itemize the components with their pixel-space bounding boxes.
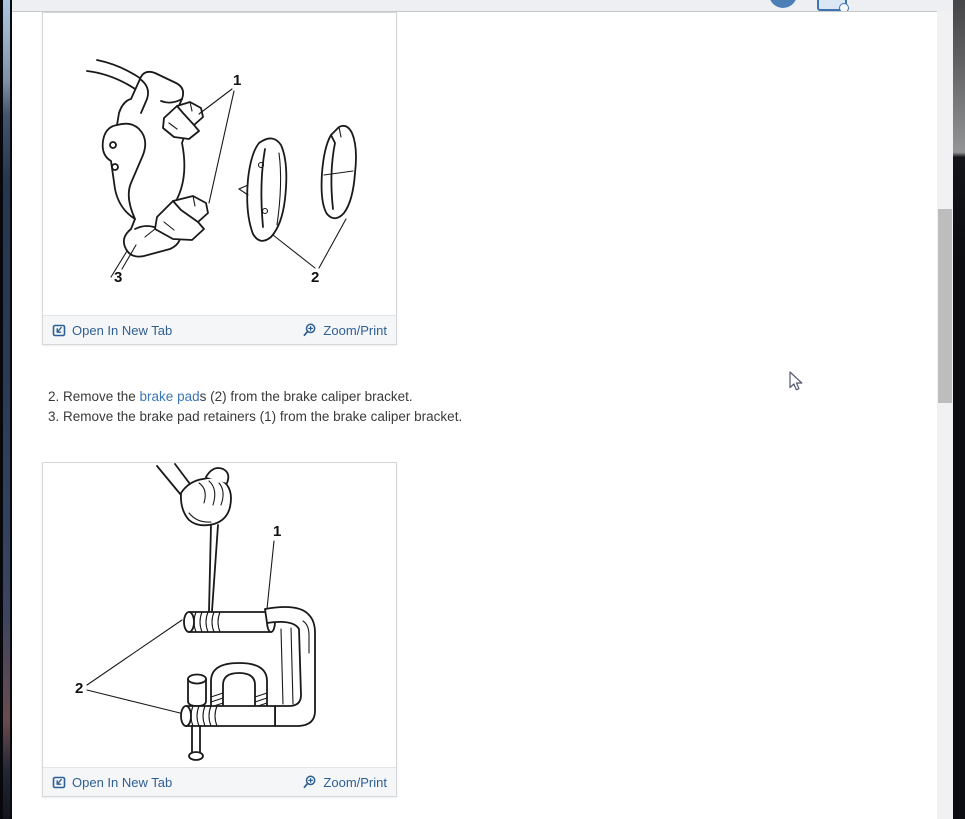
open-in-new-tab-label: Open In New Tab bbox=[72, 774, 173, 790]
image-panel-caliper: 1 2 Open In New Tab Zoom/Print bbox=[42, 462, 397, 797]
zoom-print-link[interactable]: Zoom/Print bbox=[303, 775, 387, 790]
step-item-2: 2. Remove the brake pads (2) from the br… bbox=[48, 387, 462, 407]
brake-pad-link[interactable]: brake pad bbox=[140, 389, 200, 404]
brake-pads-diagram: 1 3 2 bbox=[43, 13, 396, 315]
mouse-pointer-icon bbox=[789, 371, 803, 391]
background-window-left-edge bbox=[0, 0, 12, 819]
brake-pads-diagram-svg: 1 3 2 bbox=[86, 59, 357, 286]
zoom-icon bbox=[303, 775, 316, 789]
open-in-new-tab-label: Open In New Tab bbox=[72, 322, 173, 338]
vertical-scrollbar-thumb[interactable] bbox=[938, 209, 952, 403]
step-2-prefix: 2. Remove the bbox=[48, 389, 140, 404]
vertical-scrollbar-track[interactable] bbox=[937, 11, 953, 819]
user-avatar-icon[interactable] bbox=[769, 0, 797, 8]
browser-toolbar bbox=[12, 0, 953, 12]
background-window-glass bbox=[3, 0, 11, 819]
open-in-new-tab-link[interactable]: Open In New Tab bbox=[52, 323, 172, 338]
open-in-new-tab-link[interactable]: Open In New Tab bbox=[52, 775, 172, 790]
caliper-diagram-svg: 1 2 bbox=[75, 463, 316, 761]
open-in-new-tab-icon bbox=[52, 776, 66, 789]
step-2-suffix: s (2) from the brake caliper bracket. bbox=[199, 389, 413, 404]
step-3-text: 3. Remove the brake pad retainers (1) fr… bbox=[48, 409, 463, 424]
open-in-new-tab-icon bbox=[52, 324, 66, 337]
zoom-print-label: Zoom/Print bbox=[323, 322, 387, 338]
help-badge-icon bbox=[839, 3, 849, 11]
background-window-right-edge bbox=[953, 0, 965, 819]
callout-3: 3 bbox=[114, 269, 122, 286]
callout-1: 1 bbox=[273, 523, 281, 540]
instruction-steps: 2. Remove the brake pads (2) from the br… bbox=[48, 387, 462, 427]
image-panel-brake-pads: 1 3 2 Open In New Tab Zoom/Print bbox=[42, 12, 397, 345]
step-item-3: 3. Remove the brake pad retainers (1) fr… bbox=[48, 407, 462, 427]
caliper-diagram: 1 2 bbox=[43, 463, 396, 767]
callout-2: 2 bbox=[75, 680, 83, 697]
zoom-print-label: Zoom/Print bbox=[323, 774, 387, 790]
callout-1: 1 bbox=[233, 72, 241, 89]
callout-2: 2 bbox=[311, 269, 319, 286]
page-content: 1 3 2 Open In New Tab Zoom/Print 2. Remo… bbox=[12, 11, 937, 819]
printer-help-icon[interactable] bbox=[817, 0, 849, 11]
image-panel-footer: Open In New Tab Zoom/Print bbox=[43, 315, 396, 344]
zoom-icon bbox=[303, 323, 316, 337]
zoom-print-link[interactable]: Zoom/Print bbox=[303, 323, 387, 338]
image-panel-footer: Open In New Tab Zoom/Print bbox=[43, 767, 396, 796]
